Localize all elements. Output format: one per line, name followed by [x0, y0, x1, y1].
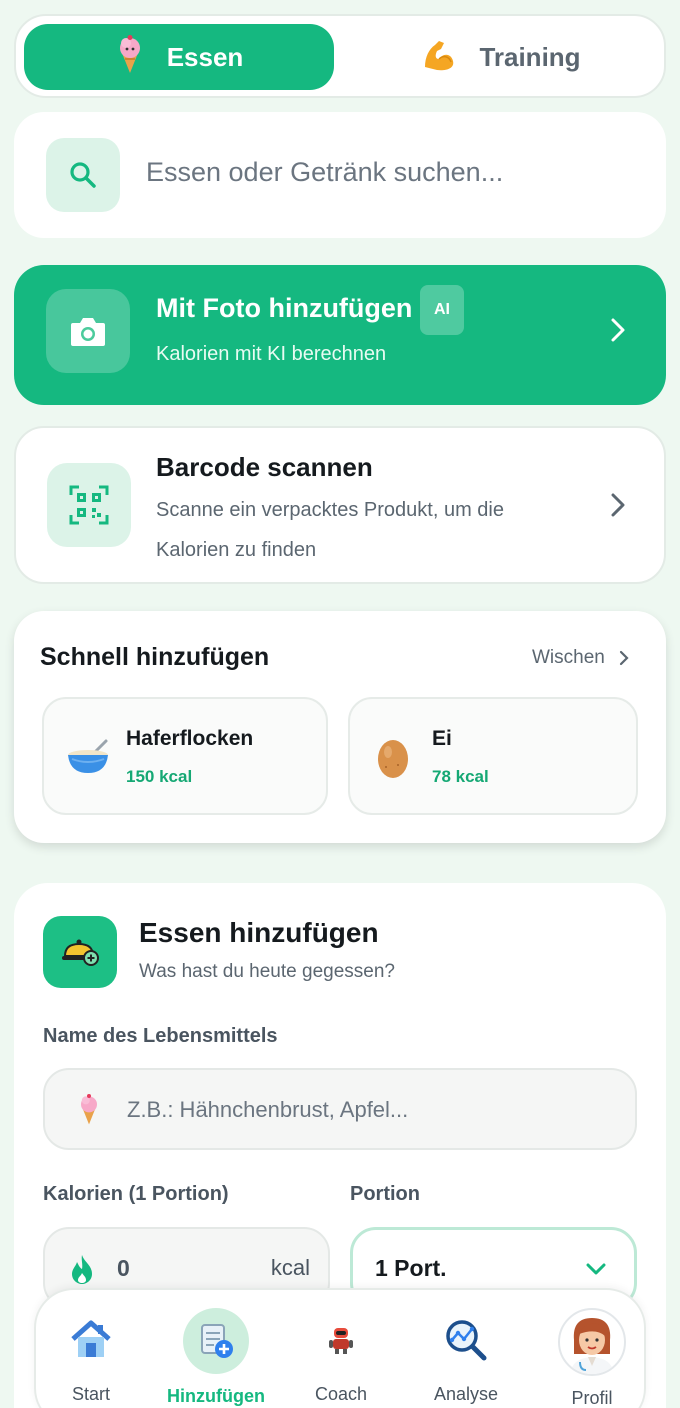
search-icon — [70, 162, 96, 188]
barcode-scan-card[interactable]: Barcode scannen Scanne ein verpacktes Pr… — [14, 426, 666, 584]
calories-label: Kalorien (1 Portion) — [43, 1183, 229, 1205]
nav-item-hinzufuegen[interactable]: Hinzufügen — [156, 1290, 276, 1408]
ice-cream-icon — [115, 34, 145, 80]
barcode-title: Barcode scannen — [156, 452, 373, 482]
camera-icon-box — [46, 289, 130, 373]
chevron-right-icon — [611, 493, 625, 517]
chevron-right-icon — [619, 650, 629, 666]
swipe-label: Wischen — [532, 647, 605, 668]
photo-title: Mit Foto hinzufügen — [156, 293, 413, 323]
photo-subtitle: Kalorien mit KI berechnen — [156, 343, 387, 365]
calories-unit: kcal — [270, 1255, 310, 1280]
add-document-icon — [183, 1308, 249, 1374]
food-name-placeholder: Z.B.: Hähnchenbrust, Apfel... — [127, 1097, 409, 1122]
nav-item-profil[interactable]: Profil — [532, 1290, 652, 1408]
add-food-subtitle: Was hast du heute gegessen? — [139, 961, 395, 982]
nav-label: Coach — [314, 1384, 368, 1404]
calories-value: 0 — [117, 1255, 130, 1281]
mode-tabs: Essen Training — [14, 14, 666, 98]
house-icon — [59, 1308, 123, 1372]
nav-item-coach[interactable]: Coach — [281, 1290, 401, 1408]
ai-badge: AI — [420, 285, 464, 335]
food-name-input[interactable]: Z.B.: Hähnchenbrust, Apfel... — [43, 1068, 637, 1150]
quick-add-item-haferflocken[interactable]: Haferflocken 150 kcal — [42, 697, 328, 815]
nav-item-analyse[interactable]: Analyse — [406, 1290, 526, 1408]
swipe-hint[interactable]: Wischen — [532, 647, 629, 669]
quick-add-item-name: Ei — [432, 727, 452, 750]
barcode-description: Scanne ein verpacktes Produkt, um die Ka… — [156, 499, 504, 561]
qr-icon-box — [47, 463, 131, 547]
flexed-biceps-icon — [421, 37, 457, 78]
flame-icon — [72, 1255, 92, 1284]
chevron-down-icon — [586, 1263, 606, 1275]
quick-add-item-kcal: 150 kcal — [126, 767, 193, 786]
nav-label: Hinzufügen — [167, 1386, 265, 1406]
add-with-photo-card[interactable]: Mit Foto hinzufügen AI Kalorien mit KI b… — [14, 265, 666, 405]
doctor-avatar-icon — [558, 1308, 626, 1376]
chevron-right-icon — [611, 318, 625, 342]
food-name-label: Name des Lebensmittels — [43, 1025, 278, 1047]
add-food-title: Essen hinzufügen — [139, 917, 379, 948]
egg-icon — [378, 740, 408, 778]
analytics-magnifier-icon — [434, 1308, 498, 1372]
search-bar[interactable]: Essen oder Getränk suchen... — [14, 112, 666, 238]
search-icon-box — [46, 138, 120, 212]
dish-icon-box — [43, 916, 117, 988]
covered-dish-icon — [62, 939, 99, 966]
nav-item-start[interactable]: Start — [31, 1290, 151, 1408]
nav-label: Analyse — [433, 1384, 499, 1404]
robot-icon — [309, 1308, 373, 1372]
tab-essen-label: Essen — [166, 41, 244, 72]
portion-value: 1 Port. — [375, 1255, 447, 1281]
search-input[interactable]: Essen oder Getränk suchen... — [146, 157, 503, 188]
quick-add-item-ei[interactable]: Ei 78 kcal — [348, 697, 638, 815]
quick-add-item-name: Haferflocken — [126, 727, 254, 750]
qr-code-icon — [69, 485, 109, 525]
tab-training-label: Training — [479, 41, 581, 72]
tab-essen[interactable]: Essen — [24, 24, 334, 90]
tab-training[interactable]: Training — [346, 24, 656, 90]
camera-icon — [71, 318, 105, 346]
nav-label: Profil — [571, 1388, 613, 1408]
ice-cream-icon — [81, 1094, 97, 1125]
portion-label: Portion — [350, 1183, 420, 1205]
quick-add-card: Schnell hinzufügen Wischen Haferflocken … — [14, 611, 666, 843]
bowl-icon — [68, 739, 108, 773]
quick-add-title: Schnell hinzufügen — [40, 643, 270, 671]
bottom-navigation: Start Hinzufügen Coach Analyse Profil — [34, 1288, 646, 1408]
quick-add-item-kcal: 78 kcal — [432, 767, 489, 786]
nav-label: Start — [71, 1384, 110, 1404]
